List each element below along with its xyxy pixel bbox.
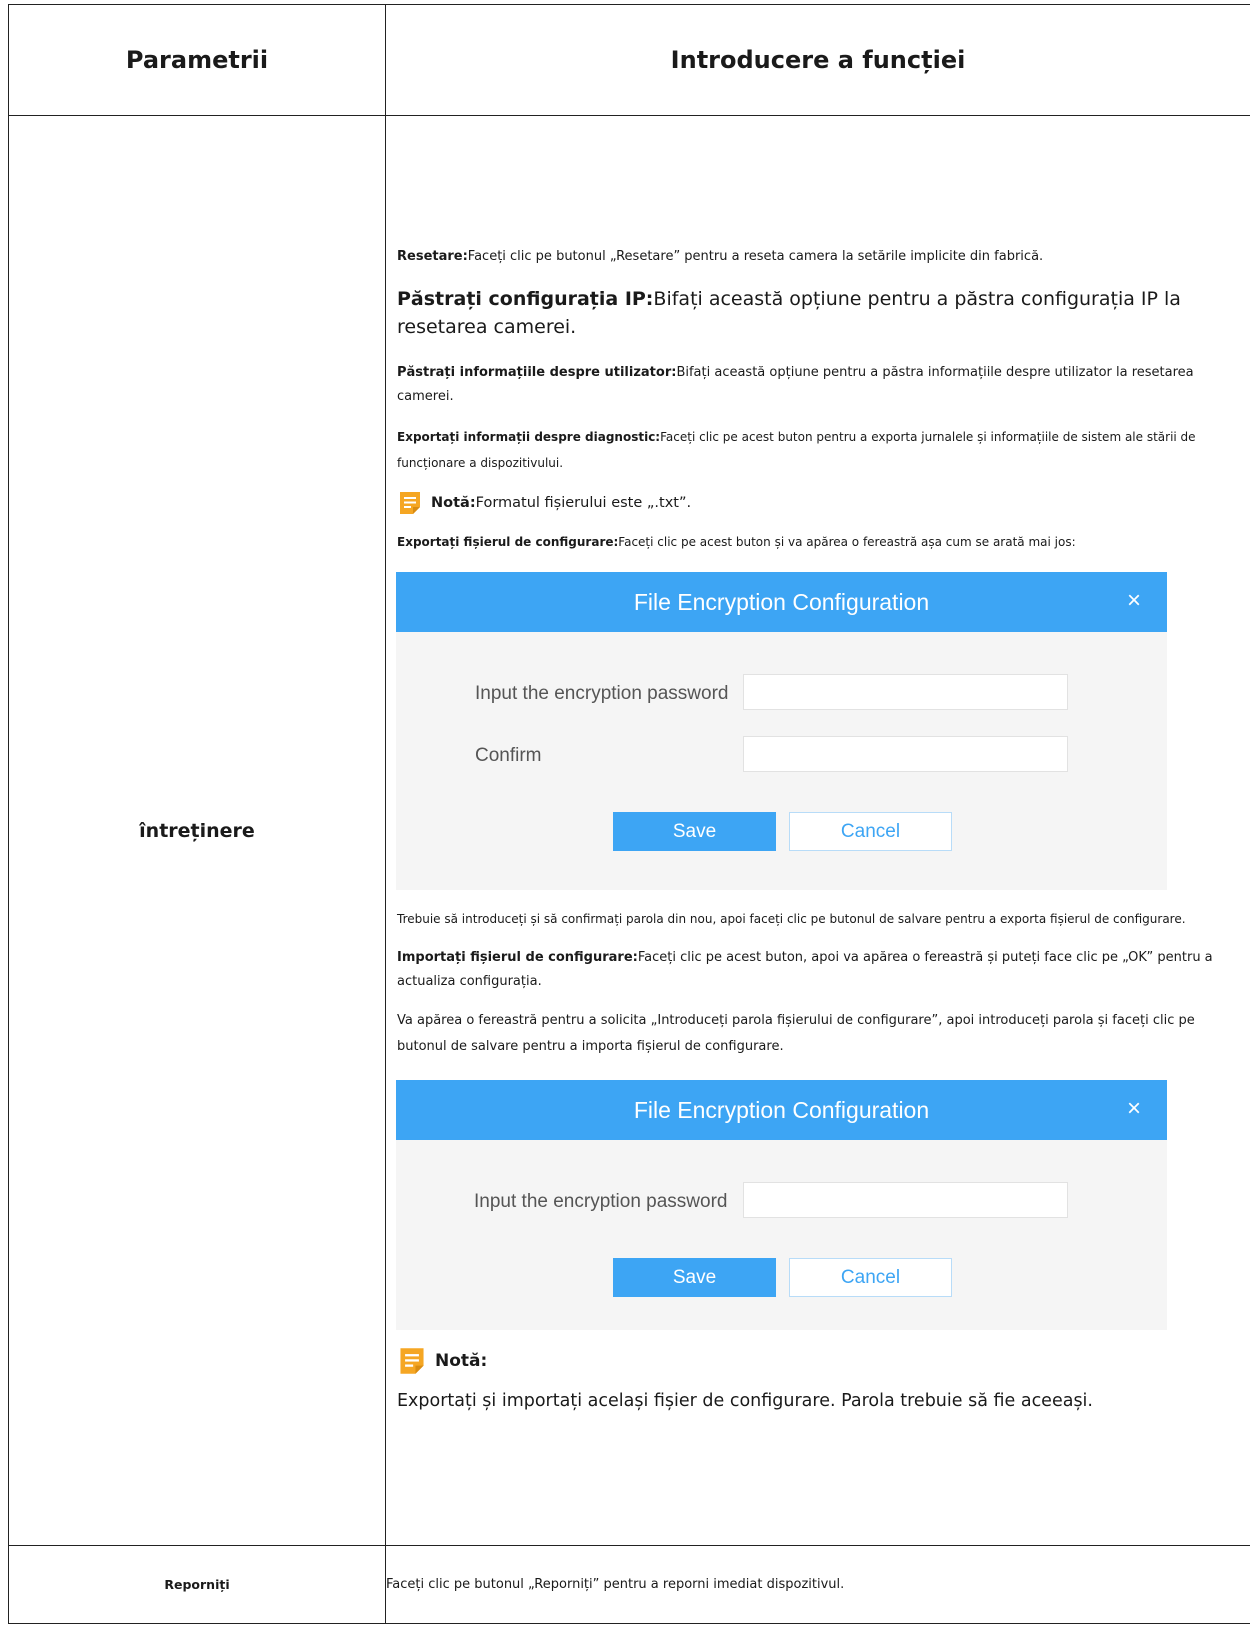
- param-maintenance: întreținere: [8, 115, 386, 1546]
- password-input[interactable]: [743, 1182, 1068, 1218]
- note-password: Notă:: [397, 1346, 1228, 1376]
- note-icon: [400, 1348, 424, 1374]
- export-config-text: Faceți clic pe acest buton și va apărea …: [618, 535, 1076, 549]
- note-password-label: Notă:: [435, 1351, 488, 1371]
- keep-ip-paragraph: Păstrați configurația IP:Bifați această …: [397, 285, 1228, 341]
- diagnostic-label: Exportați informații despre diagnostic:: [397, 430, 661, 444]
- cancel-button[interactable]: Cancel: [789, 1258, 952, 1297]
- note-icon: [400, 492, 420, 514]
- import-config-paragraph: Importați fișierul de configurare:Faceți…: [397, 946, 1228, 994]
- header-function-description: Introducere a funcției: [385, 4, 1250, 116]
- dialog-header: File Encryption Configuration ×: [396, 572, 1167, 632]
- save-button[interactable]: Save: [613, 812, 776, 851]
- export-config-label: Exportați fișierul de configurare:: [397, 535, 619, 549]
- keep-user-label: Păstrați informațiile despre utilizator:: [397, 365, 677, 380]
- password-label: Input the encryption password: [474, 1191, 728, 1212]
- confirm-input[interactable]: [743, 736, 1068, 772]
- header-parameters: Parametrii: [8, 4, 386, 116]
- close-icon[interactable]: ×: [1127, 588, 1141, 614]
- save-button[interactable]: Save: [613, 1258, 776, 1297]
- cancel-button[interactable]: Cancel: [789, 812, 952, 851]
- note-password-text: Exportați și importați același fișier de…: [397, 1391, 1093, 1411]
- keep-ip-label: Păstrați configurația IP:: [397, 288, 654, 310]
- maintenance-description-cell: Resetare:Faceți clic pe butonul „Resetar…: [385, 115, 1250, 1546]
- reset-label: Resetare:: [397, 249, 468, 264]
- note-format-text: Formatul fișierului este „.txt”.: [475, 495, 692, 511]
- reset-text: Faceți clic pe butonul „Resetare” pentru…: [467, 249, 1044, 264]
- import-encryption-dialog: File Encryption Configuration × Input th…: [396, 1080, 1167, 1330]
- export-encryption-dialog: File Encryption Configuration × Input th…: [396, 572, 1167, 890]
- dialog-title: File Encryption Configuration: [633, 1097, 930, 1123]
- param-restart: Reporniți: [8, 1545, 386, 1624]
- note-format-label: Notă:: [431, 495, 476, 511]
- restart-description: Faceți clic pe butonul „Reporniți” pentr…: [385, 1545, 1250, 1624]
- reset-paragraph: Resetare:Faceți clic pe butonul „Resetar…: [397, 245, 1228, 269]
- import-config-label: Importați fișierul de configurare:: [397, 950, 638, 965]
- parameters-table: Parametrii Introducere a funcției întreț…: [8, 4, 1250, 1624]
- note-format: Notă:Formatul fișierului este „.txt”.: [397, 490, 1228, 516]
- password-label: Input the encryption password: [475, 683, 729, 704]
- password-input[interactable]: [743, 674, 1068, 710]
- dialog-title: File Encryption Configuration: [633, 589, 930, 615]
- diagnostic-paragraph: Exportați informații despre diagnostic:F…: [397, 424, 1228, 476]
- keep-user-paragraph: Păstrați informațiile despre utilizator:…: [397, 361, 1228, 409]
- dialog-header: File Encryption Configuration ×: [396, 1080, 1167, 1140]
- close-icon[interactable]: ×: [1127, 1096, 1141, 1122]
- export-config-paragraph: Exportați fișierul de configurare:Faceți…: [397, 530, 1228, 554]
- import-prompt-paragraph: Va apărea o fereastră pentru a solicita …: [397, 1013, 1195, 1054]
- export-after-paragraph: Trebuie să introduceți și să confirmați …: [397, 912, 1186, 926]
- confirm-label: Confirm: [475, 745, 542, 766]
